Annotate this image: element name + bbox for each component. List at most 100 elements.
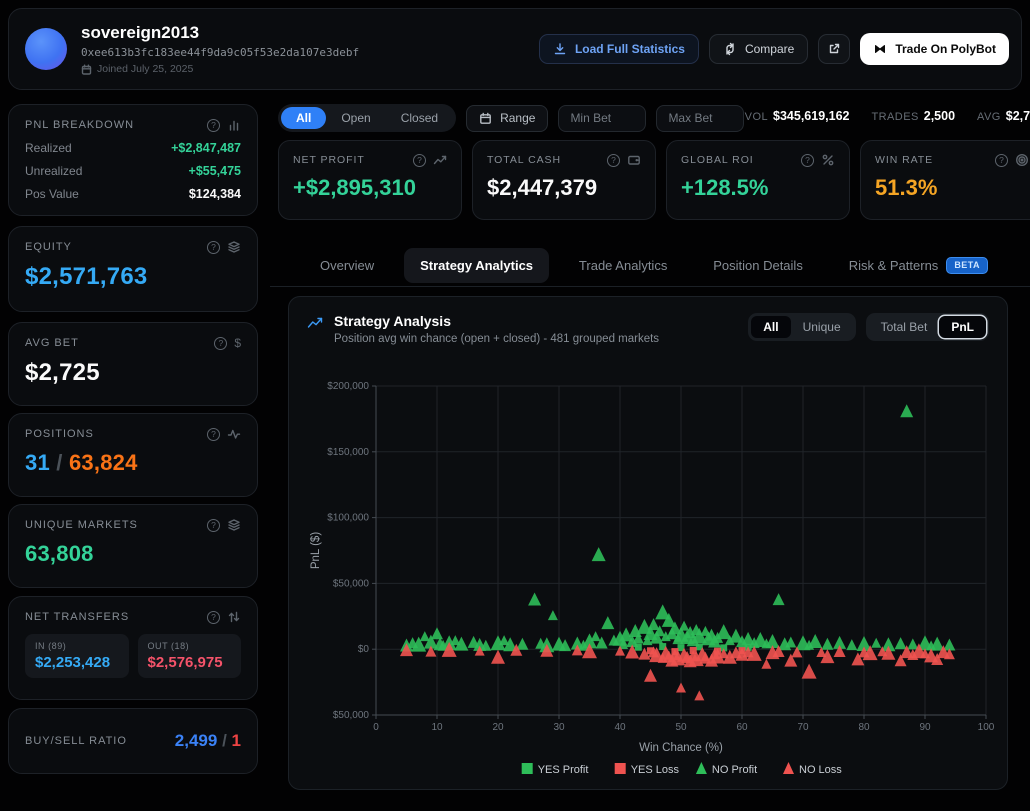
min-bet-input[interactable] <box>558 105 646 132</box>
help-icon[interactable]: ? <box>207 519 220 532</box>
header-actions: Load Full Statistics Compare Trade On Po… <box>539 33 1009 65</box>
svg-text:$100,000: $100,000 <box>327 513 369 524</box>
mode-unique[interactable]: Unique <box>791 316 853 338</box>
joined-date: Joined July 25, 2025 <box>81 63 539 75</box>
help-icon[interactable]: ? <box>207 428 220 441</box>
avg-bet-card: AVG BET ? $ $2,725 <box>8 322 258 406</box>
unique-markets-title: UNIQUE MARKETS <box>25 519 138 531</box>
svg-text:10: 10 <box>431 722 443 733</box>
svg-text:40: 40 <box>614 722 626 733</box>
svg-text:0: 0 <box>373 722 379 733</box>
help-icon[interactable]: ? <box>214 337 227 350</box>
global-roi-title: GLOBAL ROI <box>681 154 754 166</box>
target-icon <box>1015 153 1029 167</box>
svg-text:YES Loss: YES Loss <box>631 764 680 776</box>
trades-stat: TRADES2,500 <box>871 109 955 123</box>
arrows-up-down-icon <box>227 610 241 624</box>
realized-value: +$2,847,487 <box>171 141 241 155</box>
wallet-address: 0xee613b3fc183ee44f9da9c05f53e2da107e3de… <box>81 46 539 59</box>
svg-text:$50,000: $50,000 <box>333 578 370 589</box>
external-link-button[interactable] <box>818 34 850 64</box>
help-icon[interactable]: ? <box>413 154 426 167</box>
buy-sell-ratio-value: 2,499 / 1 <box>175 731 241 751</box>
load-full-statistics-button[interactable]: Load Full Statistics <box>539 34 699 64</box>
pnl-row-unrealized: Unrealized +$55,475 <box>25 164 241 178</box>
win-rate-value: 51.3% <box>875 175 1029 201</box>
pos-value-value: $124,384 <box>189 187 241 201</box>
beta-badge: BETA <box>946 257 988 274</box>
help-icon[interactable]: ? <box>207 611 220 624</box>
mode-all[interactable]: All <box>751 316 790 338</box>
total-cash-title: TOTAL CASH <box>487 154 561 166</box>
help-icon[interactable]: ? <box>801 154 814 167</box>
bar-chart-icon <box>227 118 241 132</box>
trend-up-icon <box>433 153 447 167</box>
metric-pnl[interactable]: PnL <box>939 316 986 338</box>
avg-label: AVG <box>977 111 1001 123</box>
equity-title: EQUITY <box>25 241 72 253</box>
positions-title: POSITIONS <box>25 428 94 440</box>
unrealized-value: +$55,475 <box>189 164 241 178</box>
net-profit-title: NET PROFIT <box>293 154 365 166</box>
calendar-icon <box>479 112 492 125</box>
help-icon[interactable]: ? <box>207 241 220 254</box>
trade-on-polybot-label: Trade On PolyBot <box>895 42 996 56</box>
unique-markets-value: 63,808 <box>25 541 241 567</box>
global-roi-card: GLOBAL ROI ? +128.5% <box>666 140 850 220</box>
svg-text:80: 80 <box>858 722 870 733</box>
svg-text:$50,000: $50,000 <box>333 710 370 721</box>
avg-bet-title: AVG BET <box>25 337 79 349</box>
positions-separator: / <box>56 450 62 475</box>
unrealized-label: Unrealized <box>25 164 82 178</box>
vol-stat: VOL$345,619,162 <box>745 109 850 123</box>
global-roi-value: +128.5% <box>681 175 835 201</box>
range-button[interactable]: Range <box>466 105 548 132</box>
avg-stat: AVG $2,725 <box>977 109 1030 123</box>
percent-icon <box>821 153 835 167</box>
max-bet-input[interactable] <box>656 105 744 132</box>
tab-risk-patterns[interactable]: Risk & Patterns BETA <box>833 247 1004 284</box>
svg-text:Win Chance (%): Win Chance (%) <box>639 742 723 754</box>
svg-text:$150,000: $150,000 <box>327 447 369 458</box>
svg-text:90: 90 <box>919 722 931 733</box>
polybot-logo-icon <box>873 42 887 56</box>
segment-closed[interactable]: Closed <box>386 107 453 129</box>
ratio-separator: / <box>222 731 227 750</box>
transfers-in-value: $2,253,428 <box>35 654 119 671</box>
pos-value-label: Pos Value <box>25 187 79 201</box>
compare-button[interactable]: Compare <box>709 34 808 64</box>
mode-toggle: All Unique <box>748 313 855 341</box>
tab-overview[interactable]: Overview <box>304 248 390 283</box>
username: sovereign2013 <box>81 23 539 43</box>
filter-bar: All Open Closed Range <box>278 104 744 132</box>
tab-position-details[interactable]: Position Details <box>697 248 819 283</box>
metric-toggle: Total Bet PnL <box>866 313 989 341</box>
external-link-icon <box>827 42 841 56</box>
net-transfers-card: NET TRANSFERS ? IN (89) $2,253,428 OUT (… <box>8 596 258 700</box>
main-content: All Open Closed Range VOL$345,619,162 TR… <box>270 104 1030 811</box>
help-icon[interactable]: ? <box>207 119 220 132</box>
segment-open[interactable]: Open <box>326 107 385 129</box>
pnl-breakdown-card: PNL BREAKDOWN ? Realized +$2,847,487 Unr… <box>8 104 258 216</box>
pnl-row-realized: Realized +$2,847,487 <box>25 141 241 155</box>
volume-stats: VOL$345,619,162 TRADES2,500 AVG $2,725 <box>745 109 1030 123</box>
segment-all[interactable]: All <box>281 107 326 129</box>
help-icon[interactable]: ? <box>607 154 620 167</box>
unique-markets-card: UNIQUE MARKETS ? 63,808 <box>8 504 258 588</box>
pnl-row-pos-value: Pos Value $124,384 <box>25 187 241 201</box>
strategy-scatter-chart: $200,000$150,000$100,000$50,000$0$50,000… <box>289 353 1009 791</box>
tab-trade-analytics[interactable]: Trade Analytics <box>563 248 683 283</box>
status-segmented-control: All Open Closed <box>278 104 456 132</box>
profile-header: sovereign2013 0xee613b3fc183ee44f9da9c05… <box>8 8 1022 90</box>
avg-value: $2,725 <box>1006 109 1030 123</box>
svg-text:20: 20 <box>492 722 504 733</box>
chart-title: Strategy Analysis <box>334 313 659 329</box>
help-icon[interactable]: ? <box>995 154 1008 167</box>
svg-text:$0: $0 <box>358 644 370 655</box>
svg-text:50: 50 <box>675 722 687 733</box>
risk-patterns-label: Risk & Patterns <box>849 258 939 273</box>
metric-total-bet[interactable]: Total Bet <box>869 316 940 338</box>
tab-strategy-analytics[interactable]: Strategy Analytics <box>404 248 549 283</box>
win-rate-card: WIN RATE ? 51.3% <box>860 140 1030 220</box>
trade-on-polybot-button[interactable]: Trade On PolyBot <box>860 33 1009 65</box>
